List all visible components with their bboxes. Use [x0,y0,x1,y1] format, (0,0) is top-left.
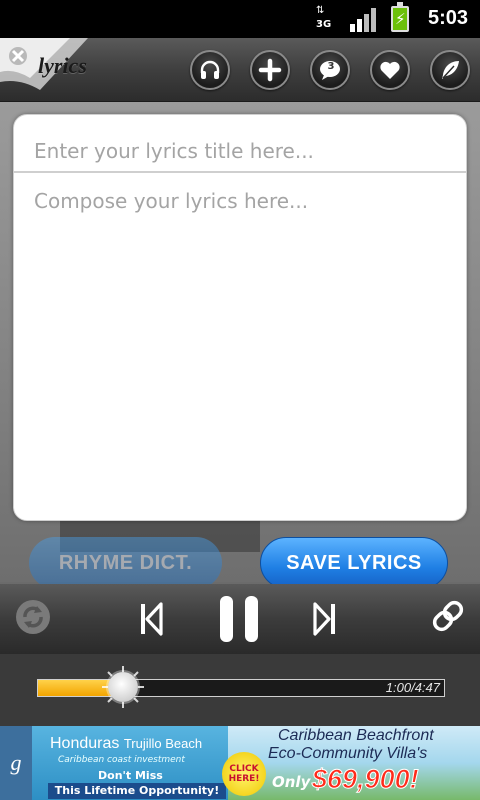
clock: 5:03 [428,7,469,29]
favorite-button[interactable] [370,50,410,90]
comments-button[interactable]: 3 [310,50,350,90]
next-track-button[interactable] [310,601,340,637]
app-title: lyrics [38,53,87,78]
heart-icon [380,61,400,79]
ad-opportunity: This Lifetime Opportunity! [48,783,226,799]
player-controls [0,584,480,654]
write-button[interactable] [430,50,470,90]
app-header: lyrics 3 [0,38,480,102]
ad-dont-miss: Don't Miss [98,769,163,782]
ad-price: $69,900! [312,764,420,795]
seek-thumb[interactable] [107,672,138,702]
playback-time: 1:00/4:47 [385,680,440,695]
lyrics-body-input[interactable] [14,175,466,520]
lyrics-title-input[interactable] [14,115,466,173]
link-icon [432,600,464,632]
feather-icon [442,61,459,79]
ad-network-logo: g [0,726,32,800]
ad-click-here-button[interactable]: CLICK HERE! [222,752,266,796]
repeat-button[interactable] [14,598,52,636]
add-button[interactable] [250,50,290,90]
rhyme-dictionary-button[interactable]: RHYME DICT. [29,537,222,589]
battery-charging-icon: ⚡ [391,2,409,32]
ad-headline: Honduras Trujillo Beach [50,735,203,752]
headphones-icon [200,60,220,79]
network-label: 3G [316,19,332,30]
status-bar: ⇅ 3G ⚡ 5:03 [0,0,480,38]
ad-only: Only [272,773,311,791]
previous-track-button[interactable] [136,601,166,637]
network-indicator: ⇅ 3G [314,6,336,32]
ad-right-line-2: Eco-Community Villa's [268,745,428,762]
repeat-icon [16,600,50,634]
headphones-button[interactable] [190,50,230,90]
comment-count-badge: 3 [327,61,335,72]
plus-icon [258,58,282,82]
pause-button[interactable] [216,594,262,644]
skip-previous-icon [141,602,163,636]
save-lyrics-button[interactable]: SAVE LYRICS [260,537,448,589]
skip-next-icon [313,602,335,636]
lyrics-editor-card [13,114,467,521]
ad-subline: Caribbean coast investment [58,755,185,765]
pause-icon [220,596,258,642]
data-arrows-icon: ⇅ [316,5,324,16]
seek-bar[interactable] [37,679,445,697]
signal-icon [350,8,376,32]
app-root: ⇅ 3G ⚡ 5:03 lyrics 3 Enter your lyrics t… [0,0,480,800]
ad-right-line-1: Caribbean Beachfront [278,727,434,744]
link-button[interactable] [428,596,468,636]
